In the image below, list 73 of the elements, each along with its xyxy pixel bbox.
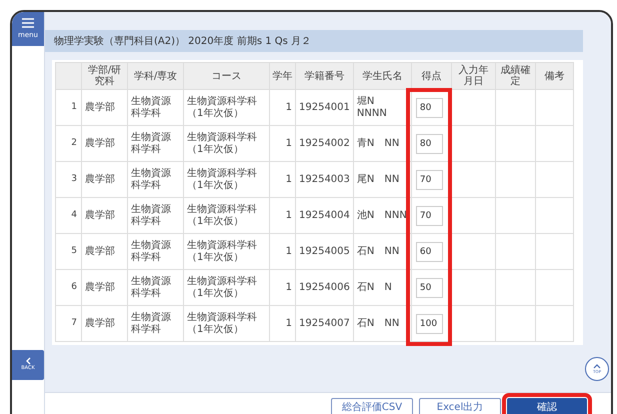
action-button[interactable]: 確認 [507, 398, 587, 414]
score-field[interactable]: 70 [416, 170, 443, 190]
table-cell: 石N N [353, 270, 412, 306]
table-cell: 農学部 [82, 90, 128, 126]
row-number: 3 [56, 162, 82, 198]
column-header: 得点 [421, 70, 442, 82]
table-cell: 農学部 [82, 126, 128, 162]
table-cell: 19254001 [296, 90, 354, 126]
column-header: 学科/専攻 [134, 70, 178, 82]
column-header: 学籍番号 [304, 70, 344, 82]
table-cell: 19254003 [296, 162, 354, 198]
table-cell: 生物資源科学科（1年次仮） [184, 234, 270, 270]
score-field[interactable]: 80 [416, 134, 443, 154]
table-cell: 19254006 [296, 270, 354, 306]
table-cell: 生物資源科学科（1年次仮） [184, 162, 270, 198]
table-cell: 石N NN [353, 234, 412, 270]
table-cell: 1 [270, 90, 296, 126]
course-title: 物理学実験（専門科目(A2)） 2020年度 前期s 1 Qs 月２ [54, 34, 312, 48]
table-cell: 生物資源科学科 [128, 198, 184, 234]
chevron-left-icon [25, 357, 31, 366]
table-cell: 生物資源科学科（1年次仮） [184, 90, 270, 126]
score-field[interactable]: 80 [416, 98, 443, 118]
table-cell: 農学部 [82, 234, 128, 270]
table-cell: 生物資源科学科 [128, 306, 184, 342]
table-cell: 1 [270, 126, 296, 162]
table-cell: 19254002 [296, 126, 354, 162]
table-cell: 1 [270, 198, 296, 234]
column-header: 学生氏名 [362, 70, 402, 82]
score-field[interactable]: 60 [416, 242, 443, 262]
column-header: 備考 [544, 70, 564, 82]
table-cell: 1 [270, 162, 296, 198]
table-cell: 生物資源科学科 [128, 270, 184, 306]
table-cell: 堀N NNNN [353, 90, 412, 126]
table-cell: 生物資源科学科 [128, 126, 184, 162]
table-cell: 生物資源科学科 [128, 90, 184, 126]
row-number: 5 [56, 234, 82, 270]
table-cell: 1 [270, 234, 296, 270]
chevron-up-icon [593, 364, 601, 368]
table-cell: 19254005 [296, 234, 354, 270]
column-header: 学年 [272, 70, 292, 82]
table-cell: 尾N NN [353, 162, 412, 198]
column-header: 学部/研究科 [88, 65, 122, 87]
table-cell: 生物資源科学科（1年次仮） [184, 270, 270, 306]
score-field[interactable]: 70 [416, 206, 443, 226]
menu-icon [22, 18, 34, 28]
action-button[interactable]: Excel出力 [419, 398, 501, 414]
row-number: 6 [56, 270, 82, 306]
table-cell: 石N NN [353, 306, 412, 342]
table-cell: 農学部 [82, 162, 128, 198]
row-number: 1 [56, 90, 82, 126]
row-number: 4 [56, 198, 82, 234]
table-cell: 生物資源科学科 [128, 162, 184, 198]
action-button[interactable]: 総合評価CSV [331, 398, 413, 414]
table-cell: 青N NN [353, 126, 412, 162]
table-cell: 1 [270, 306, 296, 342]
table-cell: 農学部 [82, 198, 128, 234]
table-cell: 生物資源科学科（1年次仮） [184, 198, 270, 234]
row-number: 7 [56, 306, 82, 342]
column-header: 成績確定 [500, 65, 530, 87]
column-header: 入力年月日 [458, 65, 488, 87]
column-header: コース [212, 70, 242, 82]
score-field[interactable]: 100 [416, 314, 443, 334]
table-cell: 1 [270, 270, 296, 306]
table-cell: 池N NNN [353, 198, 412, 234]
row-number: 2 [56, 126, 82, 162]
table-cell: 19254007 [296, 306, 354, 342]
score-field[interactable]: 50 [416, 278, 443, 298]
table-cell: 19254004 [296, 198, 354, 234]
table-cell: 農学部 [82, 306, 128, 342]
table-cell: 生物資源科学科（1年次仮） [184, 306, 270, 342]
table-cell: 農学部 [82, 270, 128, 306]
table-cell: 生物資源科学科（1年次仮） [184, 126, 270, 162]
table-cell: 生物資源科学科 [128, 234, 184, 270]
